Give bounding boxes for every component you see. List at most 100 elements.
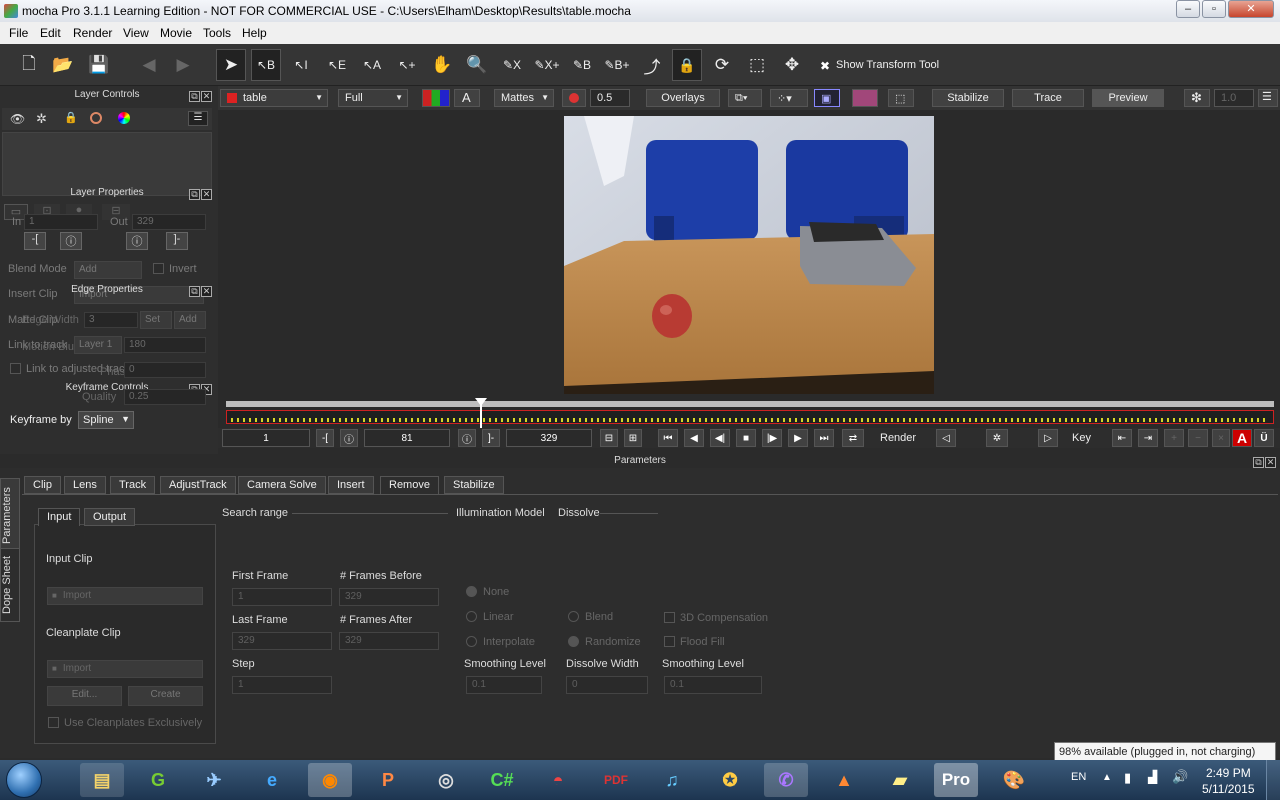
select-b-tool-icon[interactable]: ↖B	[251, 49, 281, 81]
clock-date[interactable]: 5/11/2015	[1202, 782, 1255, 796]
set-out-icon[interactable]: ]-	[166, 232, 188, 250]
network-icon[interactable]: ▟	[1148, 770, 1157, 784]
lock-key-icon[interactable]: Ü	[1254, 429, 1274, 447]
go-end-icon[interactable]: ⏭	[814, 429, 834, 447]
link-adjusted-checkbox[interactable]	[10, 363, 21, 374]
lock-tool-icon[interactable]: 🔒	[672, 49, 702, 81]
pen-b-plus-tool-icon[interactable]: ✎B+	[602, 49, 632, 81]
matlab-icon[interactable]: ▲	[822, 763, 866, 797]
scale-tool-icon[interactable]: ⬚	[742, 49, 772, 81]
start-button-icon[interactable]	[6, 762, 42, 798]
add-button[interactable]: Add	[174, 311, 206, 329]
new-file-icon[interactable]: 🗋	[14, 49, 44, 81]
sticky-notes-icon[interactable]: ▰	[878, 763, 922, 797]
close-icon[interactable]: ✕	[201, 189, 212, 200]
paint-icon[interactable]: 🎨	[992, 763, 1036, 797]
matte-color-icon[interactable]	[562, 89, 586, 107]
blend-radio[interactable]	[568, 611, 579, 622]
stabilize-button[interactable]: Stabilize	[932, 89, 1004, 107]
save-icon[interactable]: 💾	[84, 49, 114, 81]
float-icon[interactable]: ⧉	[189, 286, 200, 297]
overlays-button[interactable]: Overlays	[646, 89, 720, 107]
lock-icon[interactable]: 🔒	[64, 111, 78, 124]
explorer-icon[interactable]: ▤	[80, 763, 124, 797]
autokey-icon[interactable]: A	[1232, 429, 1252, 447]
clip-select[interactable]: table ▼	[220, 89, 328, 107]
edge-width-field[interactable]: 3	[84, 312, 138, 328]
trace-button[interactable]: Trace	[1012, 89, 1084, 107]
tab-lens[interactable]: Lens	[64, 476, 106, 494]
viewer-menu-icon[interactable]: ☰	[1258, 89, 1278, 107]
back-arrow-icon[interactable]: ◀	[134, 49, 164, 81]
out-frame-field[interactable]: 329	[506, 429, 592, 447]
pen-b-tool-icon[interactable]: ✎B	[567, 49, 597, 81]
tray-expand-icon[interactable]: ▲	[1102, 772, 1112, 783]
open-folder-icon[interactable]: 📂	[48, 49, 78, 81]
tab-camera-solve[interactable]: Camera Solve	[238, 476, 326, 494]
step-field[interactable]: 1	[232, 676, 332, 694]
step-forward-icon[interactable]: ▶	[788, 429, 808, 447]
layer-menu-icon[interactable]: ☰	[188, 111, 208, 126]
bend-tool-icon[interactable]: ⤴	[637, 49, 667, 81]
play-backward-icon[interactable]: ◀|	[710, 429, 730, 447]
color-icon[interactable]	[90, 112, 102, 124]
bird-app-icon[interactable]: ✈	[192, 763, 236, 797]
randomize-radio[interactable]	[568, 636, 579, 647]
last-frame-field[interactable]: 329	[232, 632, 332, 650]
zoom-value-field[interactable]: 1.0	[1214, 89, 1254, 107]
show-transform-check-icon[interactable]: ✖	[820, 59, 830, 73]
interpolate-radio[interactable]	[466, 636, 477, 647]
set-out-point-icon[interactable]: ]-	[482, 429, 500, 447]
create-button[interactable]: Create	[128, 686, 203, 706]
set-in-icon[interactable]: -[	[24, 232, 46, 250]
select-a-tool-icon[interactable]: ↖A	[357, 49, 387, 81]
play-forward-icon[interactable]: |▶	[762, 429, 782, 447]
edit-button[interactable]: Edit...	[47, 686, 122, 706]
language-indicator[interactable]: EN	[1071, 771, 1086, 783]
select-e-tool-icon[interactable]: ↖E	[322, 49, 352, 81]
flood-fill-checkbox[interactable]	[664, 636, 675, 647]
pen-x-plus-tool-icon[interactable]: ✎X+	[532, 49, 562, 81]
timeline-bar[interactable]	[218, 398, 1280, 430]
tab-stabilize[interactable]: Stabilize	[444, 476, 504, 494]
alpha-channel-button[interactable]: A	[454, 89, 480, 107]
none-radio[interactable]	[466, 586, 477, 597]
menu-view[interactable]: View	[123, 26, 149, 40]
firefox-icon[interactable]: ◉	[308, 763, 352, 797]
menu-render[interactable]: Render	[73, 26, 112, 40]
minimize-button[interactable]: –	[1176, 0, 1200, 18]
float-icon[interactable]: ⧉	[1253, 457, 1264, 468]
zoom-tool-icon[interactable]: 🔍	[462, 49, 492, 81]
set-in-point-icon[interactable]: -[	[316, 429, 334, 447]
add-key-icon[interactable]: +	[1164, 429, 1184, 447]
timeline-track[interactable]	[226, 410, 1274, 424]
preview-button[interactable]: Preview	[1092, 89, 1164, 107]
angle-field[interactable]: 180	[124, 337, 206, 353]
viber-icon[interactable]: ✆	[764, 763, 808, 797]
input-clip-select[interactable]: ■ Import	[47, 587, 203, 605]
delete-key-icon[interactable]: −	[1188, 429, 1208, 447]
hand-tool-icon[interactable]: ✋	[427, 49, 457, 81]
go-in-icon[interactable]: ⓘ	[60, 232, 82, 250]
link-track-select[interactable]: Layer 1	[74, 336, 122, 354]
next-key-icon[interactable]: ⇥	[1138, 429, 1158, 447]
use-cleanplates-checkbox[interactable]	[48, 717, 59, 728]
go-start-icon[interactable]: ⏮	[658, 429, 678, 447]
hearthstone-icon[interactable]: ✪	[708, 763, 752, 797]
eye-icon[interactable]: 👁	[10, 112, 25, 126]
chrome-like-icon[interactable]: ◓	[536, 763, 580, 797]
render-gear-icon[interactable]: ✲	[986, 429, 1008, 447]
powerpoint-viewer-icon[interactable]: P	[366, 763, 410, 797]
in-field[interactable]: 1	[24, 214, 98, 230]
battery-icon[interactable]: ▮	[1124, 770, 1131, 786]
close-icon[interactable]: ✕	[201, 286, 212, 297]
menu-help[interactable]: Help	[242, 26, 267, 40]
float-icon[interactable]: ⧉	[189, 189, 200, 200]
menu-edit[interactable]: Edit	[40, 26, 61, 40]
grid-icon[interactable]	[852, 89, 878, 107]
internet-explorer-icon[interactable]: e	[250, 763, 294, 797]
resolution-select[interactable]: Full ▼	[338, 89, 408, 107]
close-icon[interactable]: ✕	[201, 91, 212, 102]
mattes-select[interactable]: Mattes ▼	[494, 89, 554, 107]
move-tool-icon[interactable]: ✥	[777, 49, 807, 81]
